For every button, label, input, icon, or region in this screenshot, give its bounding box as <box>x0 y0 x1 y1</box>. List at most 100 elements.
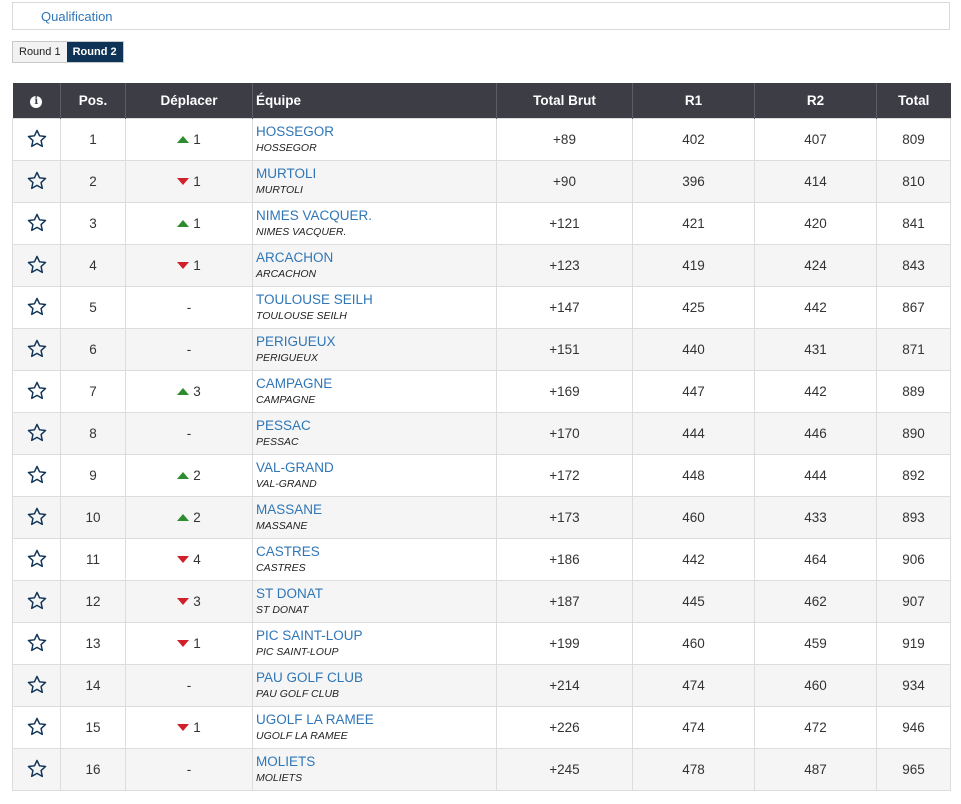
team-link[interactable]: UGOLF LA RAMEE <box>256 712 496 728</box>
team-cell: CASTRES CASTRES <box>252 537 497 581</box>
team-club: PIC SAINT-LOUP <box>256 645 339 658</box>
position-cell: 6 <box>60 327 126 371</box>
total-brut-cell: +147 <box>496 285 633 329</box>
total-brut-cell: +89 <box>496 117 633 161</box>
star-icon[interactable] <box>26 464 48 486</box>
star-icon[interactable] <box>26 506 48 528</box>
team-link[interactable]: TOULOUSE SEILH <box>256 292 496 308</box>
star-icon[interactable] <box>26 716 48 738</box>
star-icon[interactable] <box>26 548 48 570</box>
team-link[interactable]: PIC SAINT-LOUP <box>256 628 496 644</box>
team-club: CASTRES <box>256 561 306 574</box>
star-icon[interactable] <box>26 254 48 276</box>
team-cell: ARCACHON ARCACHON <box>252 243 497 287</box>
star-icon[interactable] <box>26 212 48 234</box>
team-link[interactable]: MOLIETS <box>256 754 496 770</box>
move-cell: 2 <box>125 453 253 497</box>
total-cell: 946 <box>876 705 951 749</box>
movement-value: 1 <box>193 720 201 735</box>
star-icon[interactable] <box>26 380 48 402</box>
total-cell: 919 <box>876 621 951 665</box>
movement-value: 1 <box>193 174 201 189</box>
qualification-link[interactable]: Qualification <box>41 9 113 24</box>
star-icon[interactable] <box>26 170 48 192</box>
star-icon[interactable] <box>26 422 48 444</box>
r2-cell: 487 <box>754 747 877 791</box>
team-cell: MOLIETS MOLIETS <box>252 747 497 791</box>
movement-value: - <box>186 341 192 357</box>
star-icon[interactable] <box>26 590 48 612</box>
star-icon[interactable] <box>26 296 48 318</box>
favorite-cell <box>12 663 61 707</box>
r2-cell: 460 <box>754 663 877 707</box>
favorite-cell <box>12 495 61 539</box>
position-cell: 2 <box>60 159 126 203</box>
team-cell: MURTOLI MURTOLI <box>252 159 497 203</box>
r1-cell: 445 <box>632 579 755 623</box>
arrow-up-icon <box>177 220 190 227</box>
total-brut-cell: +172 <box>496 453 633 497</box>
team-link[interactable]: CASTRES <box>256 544 496 560</box>
team-link[interactable]: NIMES VACQUER. <box>256 208 496 224</box>
movement-value: 3 <box>193 594 201 609</box>
r1-cell: 447 <box>632 369 755 413</box>
total-cell: 843 <box>876 243 951 287</box>
team-cell: ST DONAT ST DONAT <box>252 579 497 623</box>
team-club: NIMES VACQUER. <box>256 225 347 238</box>
favorite-cell <box>12 411 61 455</box>
team-link[interactable]: HOSSEGOR <box>256 124 496 140</box>
table-row: 2 1 MURTOLI MURTOLI +90 396 414 810 <box>12 159 951 203</box>
team-link[interactable]: ARCACHON <box>256 250 496 266</box>
movement-value: 1 <box>193 636 201 651</box>
star-icon[interactable] <box>26 338 48 360</box>
table-row: 1 1 HOSSEGOR HOSSEGOR +89 402 407 809 <box>12 117 951 161</box>
movement-indicator: 1 <box>177 216 201 231</box>
favorite-cell <box>12 243 61 287</box>
r2-cell: 464 <box>754 537 877 581</box>
position-cell: 14 <box>60 663 126 707</box>
movement-value: - <box>186 761 192 777</box>
info-icon[interactable]: i <box>30 96 43 109</box>
movement-indicator: 3 <box>177 384 201 399</box>
position-cell: 8 <box>60 411 126 455</box>
total-cell: 871 <box>876 327 951 371</box>
arrow-down-icon <box>177 640 190 647</box>
position-cell: 9 <box>60 453 126 497</box>
star-icon[interactable] <box>26 674 48 696</box>
move-header: Déplacer <box>125 83 253 118</box>
team-link[interactable]: VAL-GRAND <box>256 460 496 476</box>
total-cell: 907 <box>876 579 951 623</box>
round-2-button[interactable]: Round 2 <box>66 42 123 62</box>
qualification-bar: Qualification <box>12 2 950 30</box>
team-link[interactable]: ST DONAT <box>256 586 496 602</box>
r2-cell: 442 <box>754 285 877 329</box>
round-1-button[interactable]: Round 1 <box>13 42 67 62</box>
total-header: Total <box>876 83 951 118</box>
r2-cell: 414 <box>754 159 877 203</box>
position-cell: 11 <box>60 537 126 581</box>
team-link[interactable]: PAU GOLF CLUB <box>256 670 496 686</box>
movement-indicator: 1 <box>177 174 201 189</box>
table-header-row: i Pos. Déplacer Équipe Total Brut R1 R2 … <box>12 83 951 118</box>
favorite-cell <box>12 159 61 203</box>
r1-cell: 419 <box>632 243 755 287</box>
arrow-down-icon <box>177 598 190 605</box>
movement-value: 4 <box>193 552 201 567</box>
info-header[interactable]: i <box>12 83 61 118</box>
movement-indicator: 1 <box>177 132 201 147</box>
r2-cell: 444 <box>754 453 877 497</box>
team-link[interactable]: PESSAC <box>256 418 496 434</box>
round-selector: Round 1 Round 2 <box>12 41 124 63</box>
team-link[interactable]: CAMPAGNE <box>256 376 496 392</box>
team-link[interactable]: MURTOLI <box>256 166 496 182</box>
team-link[interactable]: MASSANE <box>256 502 496 518</box>
team-link[interactable]: PERIGUEUX <box>256 334 496 350</box>
r1-cell: 396 <box>632 159 755 203</box>
star-icon[interactable] <box>26 128 48 150</box>
position-cell: 15 <box>60 705 126 749</box>
team-cell: CAMPAGNE CAMPAGNE <box>252 369 497 413</box>
team-cell: PIC SAINT-LOUP PIC SAINT-LOUP <box>252 621 497 665</box>
star-icon[interactable] <box>26 632 48 654</box>
star-icon[interactable] <box>26 758 48 780</box>
team-club: MASSANE <box>256 519 308 532</box>
